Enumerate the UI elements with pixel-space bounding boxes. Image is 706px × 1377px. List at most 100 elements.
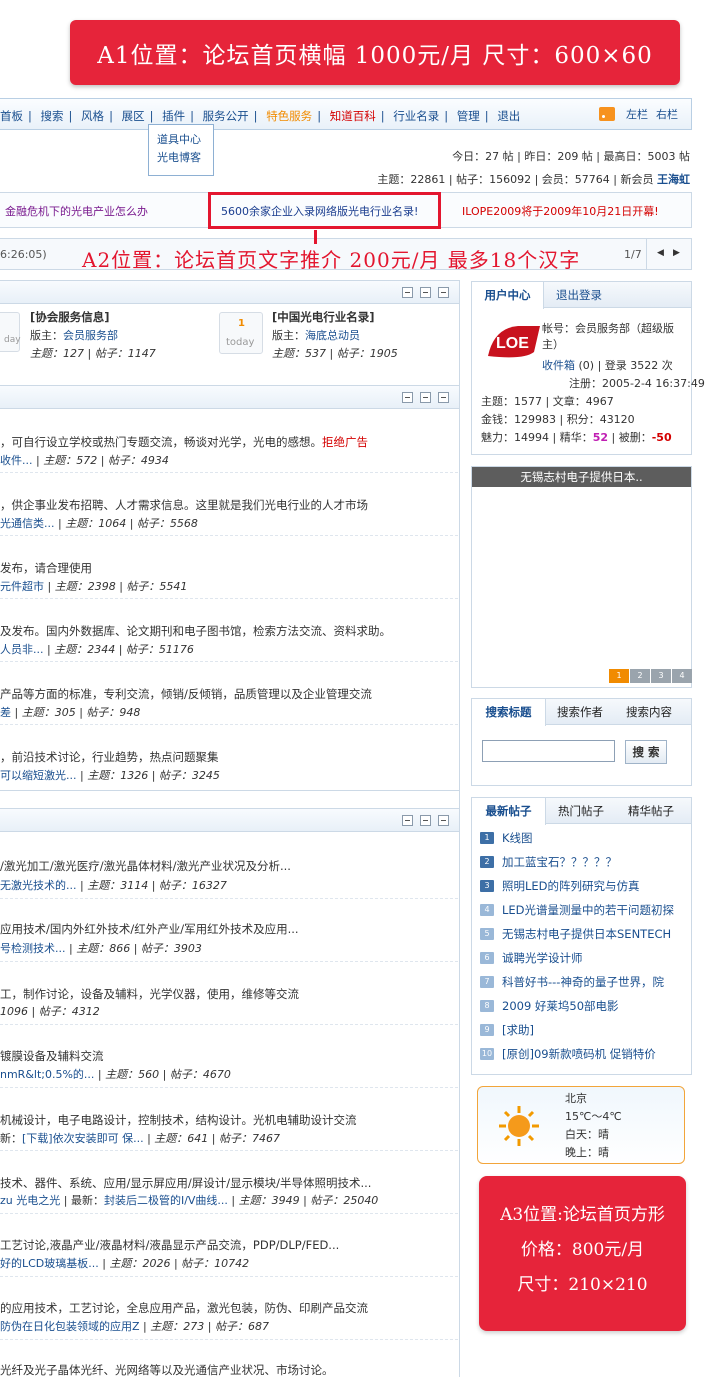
panel-header-section2 [0,808,460,832]
tab-logout[interactable]: 退出登录 [544,282,614,308]
latest-post-item[interactable]: 4 LED光谱量测量中的若干问题初探 [480,902,674,918]
forum-last-post: 无激光技术的... | 主题：3114 | 帖子：16327 [0,879,227,892]
nav-item-search[interactable]: 搜索 [41,109,64,123]
search-box: 搜索标题 搜索作者 搜索内容 搜 索 [471,698,692,786]
forum-last-post: 人员非... | 主题：2344 | 帖子：51176 [0,643,194,656]
latest-post-item[interactable]: 2 加工蓝宝石？？？？？ [480,854,617,870]
user-icon[interactable] [438,815,449,826]
forum-desc: 机械设计，电子电路设计，控制技术，结构设计。光机电辅助设计交流 [0,1113,357,1127]
forum-last-post: 可以缩短激光... | 主题：1326 | 帖子：3245 [0,769,220,782]
forum-desc: ，前沿技术讨论，行业趋势，热点问题聚集 [0,750,219,764]
ad-a2-label: A2位置：论坛首页文字推介 200元/月 最多18个汉字 [82,248,581,272]
weather-temp: 15℃～4℃ [565,1110,622,1123]
latest-post-item[interactable]: 9 [求助] [480,1022,534,1038]
latest-post-item[interactable]: 3 照明LED的阵列研究与仿真 [480,878,640,894]
forum-title-directory[interactable]: [中国光电行业名录] [272,309,375,325]
forum-last-post: 好的LCD玻璃基板... | 主题：2026 | 帖子：10742 [0,1257,250,1270]
user-icon[interactable] [438,392,449,403]
dropdown-item-tools[interactable]: 道具中心 [157,131,213,149]
ad-box-a3[interactable]: A3位置:论坛首页方形 价格：800元/月 尺寸：210×210 [479,1176,686,1331]
tab-user-center[interactable]: 用户中心 [472,282,544,309]
tab-hot-posts[interactable]: 热门帖子 [548,798,614,824]
ad-banner-a1[interactable]: A1位置：论坛首页横幅 1000元/月 尺寸：600×60 [70,20,680,85]
moderator-link[interactable]: 会员服务部 [63,329,118,342]
tab-featured-posts[interactable]: 精华帖子 [618,798,684,824]
nav-item-wiki[interactable]: 知道百科 [330,109,376,123]
slide-page-3[interactable]: 3 [651,669,671,683]
register-date: 注册：2005-2-4 16:37:49 [569,377,705,390]
collapse-icon[interactable] [402,392,413,403]
nav-item-home[interactable]: 首板 [0,109,23,123]
user-topics-articles: 主题：1577 | 文章：4967 [481,395,614,408]
ad-a1-text: A1位置：论坛首页横幅 1000元/月 尺寸：600×60 [97,42,653,69]
list-icon[interactable] [420,815,431,826]
latest-post-item[interactable]: 1 K线图 [480,830,533,846]
latest-post-item[interactable]: 8 2009 好莱坞50部电影 [480,998,619,1014]
search-input[interactable] [482,740,615,762]
forum-last-post: 号检测技术... | 主题：866 | 帖子：3903 [0,942,202,955]
moderator-link[interactable]: 海底总动员 [305,329,360,342]
weather-day: 白天：晴 [565,1128,609,1141]
search-button[interactable]: 搜 索 [625,740,667,764]
slideshow-box: 无锡志村电子提供日本.. 1 2 3 4 [471,466,692,688]
forum-desc: ，供企事业发布招聘、人才需求信息。这里就是我们光电行业的人才市场 [0,498,368,512]
today-badge-1: day [0,312,21,352]
nav-item-featured[interactable]: 特色服务 [266,109,312,123]
essence-count: 52 [592,431,609,444]
collapse-icon[interactable] [402,287,413,298]
plugins-dropdown: 道具中心 光电博客 [148,124,214,176]
slide-page-2[interactable]: 2 [630,669,650,683]
forum-last-post: 1096 | 帖子：4312 [0,1005,100,1018]
forum-desc: 工，制作讨论，设备及辅料，光学仪器，使用，维修等交流 [0,987,299,1001]
latest-post-item[interactable]: 5 无锡志村电子提供日本SENTECH [480,926,671,942]
panel-header-section1 [0,385,460,409]
list-icon[interactable] [420,392,431,403]
right-column-link[interactable]: 右栏 [656,106,678,122]
user-icon[interactable] [438,287,449,298]
main-nav: 首板 | 搜索 | 风格 | 展区 | 插件 | 服务公开 | 特色服务 | 知道百科 | 行业… [0,98,692,130]
forum-stats: 主题：537 | 帖子：1905 [272,347,398,360]
rss-icon[interactable] [599,107,615,121]
latest-post-item[interactable]: 10 [原创]09新款喷码机 促销特价 [480,1046,656,1062]
weather-city: 北京 [565,1092,587,1105]
latest-post-item[interactable]: 7 科普好书---神奇的量子世界，院 [480,974,664,990]
panel-header-featured [0,280,460,304]
nav-item-plugins[interactable]: 插件 [162,109,185,123]
forum-last-post: nmR&lt;0.5%的... | 主题：560 | 帖子：4670 [0,1068,231,1081]
nav-item-logout[interactable]: 退出 [497,109,520,123]
headline-3[interactable]: ILOPE2009将于2009年10月21日开幕! [462,193,659,229]
tab-search-content[interactable]: 搜索内容 [616,699,682,725]
nav-item-directory[interactable]: 行业名录 [393,109,439,123]
newest-member-link[interactable]: 王海虹 [657,173,690,186]
tab-latest-posts[interactable]: 最新帖子 [472,798,546,825]
forum-desc: 应用技术/国内外红外技术/红外产业/军用红外技术及应用... [0,922,299,936]
forum-last-post: 差 | 主题：305 | 帖子：948 [0,706,141,719]
forum-desc: 技术、器件、系统、应用/显示屏应用/屏设计/显示模块/半导体照明技术... [0,1176,372,1190]
nav-items: 首板 | 搜索 | 风格 | 展区 | 插件 | 服务公开 | 特色服务 | 知道百科 | 行业… [0,109,521,123]
headline-1[interactable]: 金融危机下的光电产业怎么办 [5,193,148,229]
collapse-icon[interactable] [402,815,413,826]
tab-search-author[interactable]: 搜索作者 [548,699,612,725]
next-arrow-icon[interactable]: ▶ [673,248,680,258]
loe-logo-icon: LOE [488,326,540,358]
user-money-points: 金钱：129983 | 积分：43120 [481,413,635,426]
slideshow-title[interactable]: 无锡志村电子提供日本.. [472,467,691,487]
forum-title-association[interactable]: [协会服务信息] [30,309,110,325]
nav-item-admin[interactable]: 管理 [457,109,480,123]
dropdown-item-blog[interactable]: 光电博客 [157,149,213,167]
slide-page-1[interactable]: 1 [609,669,629,683]
forum-stats: 主题：127 | 帖子：1147 [30,347,156,360]
forum-stats-today: 今日：27 帖 | 昨日：209 帖 | 最高日：5003 帖 [452,150,690,163]
latest-post-item[interactable]: 6 诚聘光学设计师 [480,950,583,966]
left-column-link[interactable]: 左栏 [626,106,648,122]
nav-item-exhibit[interactable]: 展区 [122,109,145,123]
list-icon[interactable] [420,287,431,298]
nav-item-style[interactable]: 风格 [81,109,104,123]
inbox-link[interactable]: 收件箱 [542,359,575,372]
tab-search-title[interactable]: 搜索标题 [472,699,546,726]
member-avatar-logo: LOE [484,322,544,364]
prev-arrow-icon[interactable]: ◀ [657,248,664,258]
nav-item-services[interactable]: 服务公开 [203,109,249,123]
ad-a3-line1: A3位置:论坛首页方形 [500,1205,665,1225]
slide-page-4[interactable]: 4 [672,669,692,683]
